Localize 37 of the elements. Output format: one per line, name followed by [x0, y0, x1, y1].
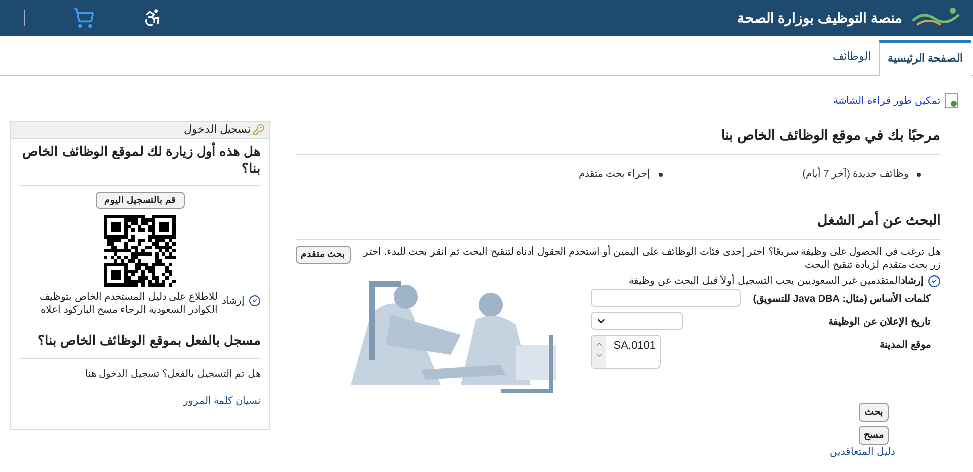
- form-button[interactable]: مسح: [859, 426, 889, 445]
- tab[interactable]: الوظائف: [824, 39, 879, 75]
- info-check-icon: [249, 295, 261, 307]
- advanced-search-button[interactable]: بحث متقدم: [296, 246, 351, 264]
- registered-heading: مسجل بالفعل بموقع الوظائف الخاص بنا؟: [19, 331, 261, 358]
- keywords-field[interactable]: [591, 289, 741, 307]
- login-link[interactable]: هل تم التسجيل بالفعل؟ تسجيل الدخول هنا: [19, 366, 261, 382]
- guide-text: للاطلاع على دليل المستخدم الخاص بتوظيف الكوادر السعودية الرجاء مسح الباركود اعلاه: [39, 291, 218, 317]
- site-title: منصة التوظيف بوزارة الصحة: [737, 8, 903, 28]
- guide-link[interactable]: دليل المتعاقدين: [296, 445, 941, 460]
- welcome-heading: مرحبًا بك في موقع الوظائف الخاص بنا: [296, 121, 941, 155]
- form-button[interactable]: بحث: [859, 403, 889, 422]
- date-select[interactable]: [591, 312, 683, 330]
- city-list[interactable]: SA,0101: [591, 335, 661, 369]
- forgot-password-link[interactable]: نسيان كلمة المرور: [19, 394, 261, 408]
- field-label: موقع المدينة: [879, 339, 932, 353]
- card-title: تسجيل الدخول: [184, 122, 251, 138]
- search-heading: البحث عن أمر الشغل: [296, 210, 941, 240]
- key-icon: [253, 124, 265, 136]
- field-label: كلمات الأساس (مثال: Java DBA للتسويق): [752, 291, 932, 307]
- qr-code-icon: [104, 215, 176, 287]
- welcome-link[interactable]: إجراء بحث متقدم: [579, 167, 651, 182]
- tab[interactable]: الصفحة الرئيسية: [878, 40, 971, 76]
- field-label: تاريخ الإعلان عن الوظيفة: [828, 316, 932, 330]
- list-value: SA,0101: [612, 339, 657, 354]
- screen-reader-link[interactable]: تمكين طور قراءة الشاشة: [834, 94, 941, 108]
- register-button[interactable]: قم بالتسجيل اليوم: [96, 192, 185, 209]
- cart-icon[interactable]: [73, 7, 95, 29]
- scroll-up-icon[interactable]: [594, 340, 604, 349]
- welcome-link[interactable]: وظائف جديدة (آخر 7 أيام): [802, 167, 909, 182]
- guide-label: إرشاد: [222, 295, 245, 309]
- scroll-down-icon[interactable]: [594, 351, 604, 360]
- info-check-icon: [928, 275, 941, 288]
- search-description: هل ترغب في الحصول على وظيفة سريعًا؟ اختر إحدى فئات الوظائف على اليمين أو استخدم الحقول أدناه لتنقيح البحث ثم انقر بحث للبدء. اختر زر بحث متقدم لزيادة تنقيح البحث: [358, 246, 941, 272]
- broken-image-icon: [945, 93, 959, 109]
- notice-text: إرشادالمتقدمين غير السعوديين يجب التسجيل أولاً قبل البحث عن وظيفة: [628, 274, 924, 289]
- first-visit-heading: هل هذه أول زيارة لك لموقع الوظائف الخاص بنا؟: [19, 143, 261, 186]
